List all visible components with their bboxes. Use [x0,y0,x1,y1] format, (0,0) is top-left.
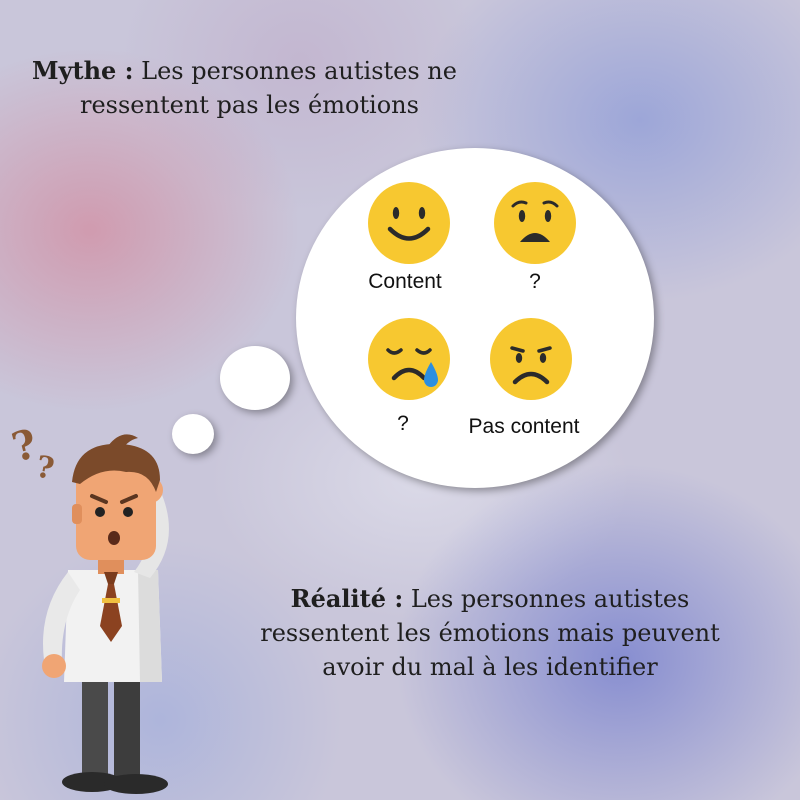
emotion-label-unknown-2: ? [397,412,409,435]
myth-line-2: ressentent pas les émotions [80,91,419,119]
worried-face-icon [494,182,576,264]
emotion-label-pas-content: Pas content [468,415,580,438]
reality-line-1: Les personnes autistes [403,585,690,613]
reality-statement: Réalité : Les personnes autistes ressent… [220,582,760,684]
reality-prefix: Réalité : [290,584,404,613]
frowning-face-icon [490,318,572,400]
smiling-face-icon [368,182,450,264]
emotion-label-unknown-1: ? [529,270,541,293]
confused-man-illustration: ? ? [10,420,169,794]
crying-face-icon [368,318,450,400]
myth-line-1: Les personnes autistes ne [133,57,457,85]
reality-line-2: ressentent les émotions mais peuvent [260,619,720,647]
thought-bubble-medium [220,346,290,410]
reality-line-3: avoir du mal à les identifier [322,653,658,681]
myth-prefix: Mythe : [32,56,134,85]
emotion-label-content: Content [368,270,442,293]
myth-statement: Mythe : Les personnes autistes ne ressen… [32,54,552,122]
